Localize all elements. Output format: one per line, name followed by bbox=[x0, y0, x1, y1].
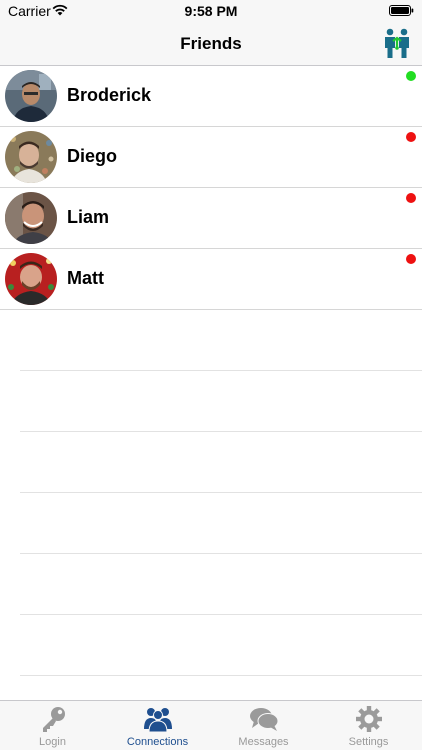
navigation-bar: Friends bbox=[0, 22, 422, 66]
list-item[interactable]: Matt bbox=[0, 249, 422, 310]
tab-label: Connections bbox=[126, 736, 189, 748]
list-item[interactable]: Broderick bbox=[0, 66, 422, 127]
friends-list: Broderick Diego Liam Matt bbox=[0, 66, 422, 310]
status-bar: Carrier 9:58 PM bbox=[0, 0, 422, 22]
avatar bbox=[5, 192, 57, 244]
friend-name: Diego bbox=[67, 146, 118, 166]
empty-row-separator bbox=[20, 370, 422, 371]
tab-messages[interactable]: Messages bbox=[211, 701, 316, 751]
status-indicator bbox=[406, 193, 416, 203]
list-item[interactable]: Liam bbox=[0, 188, 422, 249]
avatar bbox=[5, 70, 57, 122]
tab-bar: Login Connections Messages Settings bbox=[0, 700, 422, 750]
avatar bbox=[5, 131, 57, 183]
tab-label: Messages bbox=[238, 736, 289, 748]
tab-label: Settings bbox=[348, 736, 389, 748]
status-indicator bbox=[406, 71, 416, 81]
battery-icon bbox=[389, 5, 414, 16]
empty-row-separator bbox=[20, 431, 422, 432]
status-indicator bbox=[406, 254, 416, 264]
page-title: Friends bbox=[180, 34, 242, 53]
list-item[interactable]: Diego bbox=[0, 127, 422, 188]
key-icon bbox=[43, 707, 65, 732]
friend-name: Broderick bbox=[67, 85, 152, 105]
friends-connect-icon[interactable] bbox=[380, 26, 414, 60]
friend-name: Liam bbox=[67, 207, 110, 227]
avatar bbox=[5, 253, 57, 305]
people-icon bbox=[144, 708, 172, 733]
tab-connections[interactable]: Connections bbox=[105, 701, 210, 751]
status-indicator bbox=[406, 132, 416, 142]
tab-label: Login bbox=[39, 736, 66, 748]
empty-row-separator bbox=[20, 675, 422, 676]
empty-row-separator bbox=[20, 553, 422, 554]
tab-settings[interactable]: Settings bbox=[316, 701, 421, 751]
empty-row-separator bbox=[20, 492, 422, 493]
tab-login[interactable]: Login bbox=[0, 701, 105, 751]
chat-bubbles-icon bbox=[250, 708, 279, 731]
friend-name: Matt bbox=[67, 268, 104, 288]
gear-icon bbox=[356, 706, 382, 732]
status-time: 9:58 PM bbox=[184, 3, 238, 19]
empty-row-separator bbox=[20, 614, 422, 615]
